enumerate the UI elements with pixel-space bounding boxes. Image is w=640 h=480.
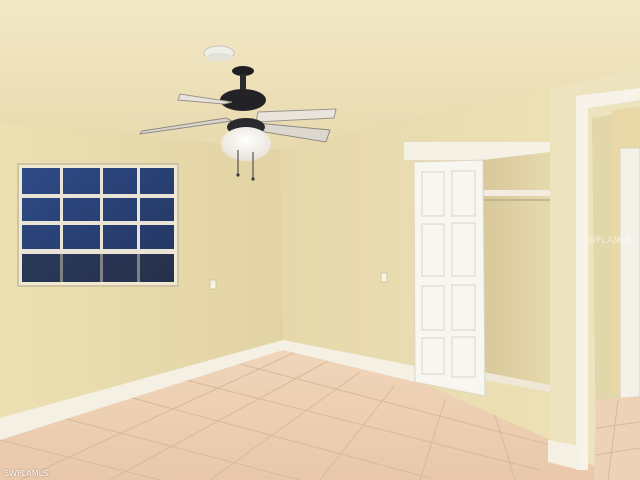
watermark-center: SWFLAMLS <box>582 236 632 246</box>
closet-door[interactable] <box>413 159 486 397</box>
window <box>17 163 179 287</box>
closet-shelf <box>484 190 550 196</box>
fan-light-globe <box>221 127 271 161</box>
smoke-detector <box>203 45 235 61</box>
doorway <box>548 68 640 480</box>
room-scene <box>0 0 640 480</box>
wall-outlet <box>380 272 388 283</box>
watermark-corner: SWFLAMLS <box>4 469 49 478</box>
hallway-door[interactable] <box>619 147 640 399</box>
closet-interior <box>483 152 550 385</box>
room-photo: SWFLAMLS SWFLAMLS <box>0 0 640 480</box>
wall-outlet <box>209 279 217 290</box>
